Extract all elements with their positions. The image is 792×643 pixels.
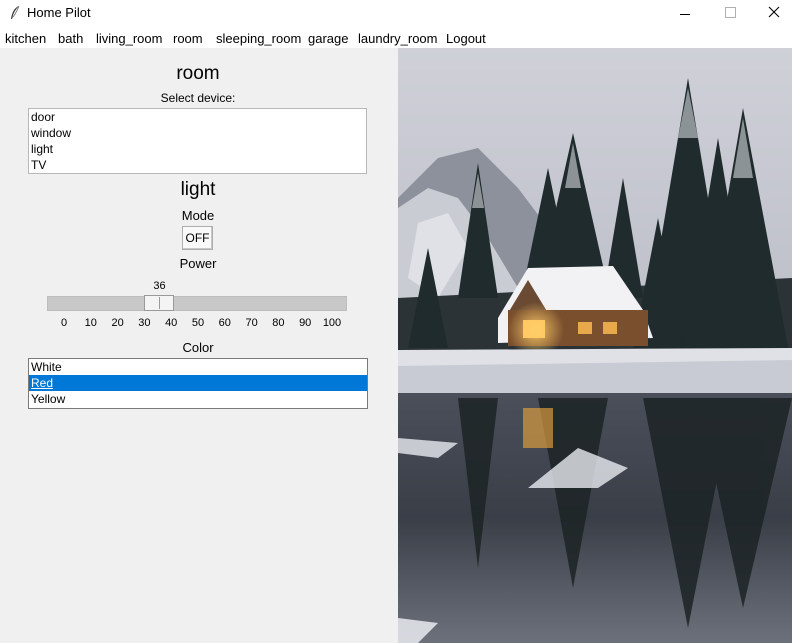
power-tick: 30: [138, 317, 151, 329]
minimize-button[interactable]: [662, 0, 708, 29]
menu-item-bath[interactable]: bath: [58, 31, 83, 46]
maximize-button[interactable]: [708, 0, 754, 29]
menu-item-laundry-room[interactable]: laundry_room: [358, 31, 438, 46]
power-slider-trough[interactable]: [47, 296, 347, 311]
power-tick: 80: [272, 317, 285, 329]
power-tick: 60: [218, 317, 231, 329]
device-item-window[interactable]: window: [29, 125, 366, 141]
window-title: Home Pilot: [27, 5, 91, 20]
power-slider-value: 36: [153, 280, 166, 292]
menu-item-logout[interactable]: Logout: [446, 31, 486, 46]
color-label: Color: [182, 340, 214, 355]
color-listbox[interactable]: White Red Yellow: [28, 358, 368, 409]
power-tick: 50: [191, 317, 205, 329]
power-tick: 20: [111, 317, 124, 329]
power-tick: 90: [299, 317, 312, 329]
device-title: light: [180, 179, 216, 200]
device-item-tv[interactable]: TV: [29, 157, 366, 173]
power-tick: 40: [165, 317, 178, 329]
power-tick: 70: [245, 317, 258, 329]
color-item-red[interactable]: Red: [29, 375, 367, 391]
close-icon: [768, 6, 780, 18]
menu-item-room[interactable]: room: [173, 31, 203, 46]
room-photo: [398, 48, 792, 643]
menu-bar: kitchen bath living_room room sleeping_r…: [0, 29, 792, 48]
select-device-label: Select device:: [160, 91, 236, 105]
menu-item-garage[interactable]: garage: [308, 31, 348, 46]
cabin-lake-image: [398, 48, 792, 643]
power-tick: 10: [84, 317, 97, 329]
feather-icon: [11, 5, 20, 19]
device-listbox[interactable]: door window light TV: [28, 108, 367, 174]
control-panel: room Select device: door window light TV…: [0, 48, 398, 643]
room-title: room: [176, 63, 220, 84]
close-button[interactable]: [750, 0, 792, 29]
power-tick: 100: [322, 317, 342, 329]
menu-item-kitchen[interactable]: kitchen: [5, 31, 46, 46]
mode-label: Mode: [181, 208, 215, 223]
minimize-icon: [680, 14, 690, 15]
power-slider-handle[interactable]: [144, 295, 175, 311]
power-tick: 0: [60, 317, 68, 329]
device-item-light[interactable]: light: [29, 141, 366, 157]
color-item-yellow[interactable]: Yellow: [29, 391, 367, 407]
menu-item-sleeping-room[interactable]: sleeping_room: [216, 31, 301, 46]
color-item-white[interactable]: White: [29, 359, 367, 375]
mode-toggle-button[interactable]: OFF: [182, 226, 213, 250]
menu-item-living-room[interactable]: living_room: [96, 31, 162, 46]
maximize-icon: [725, 7, 736, 18]
device-item-door[interactable]: door: [29, 109, 366, 125]
power-label: Power: [179, 256, 217, 271]
title-bar: Home Pilot: [0, 0, 792, 29]
